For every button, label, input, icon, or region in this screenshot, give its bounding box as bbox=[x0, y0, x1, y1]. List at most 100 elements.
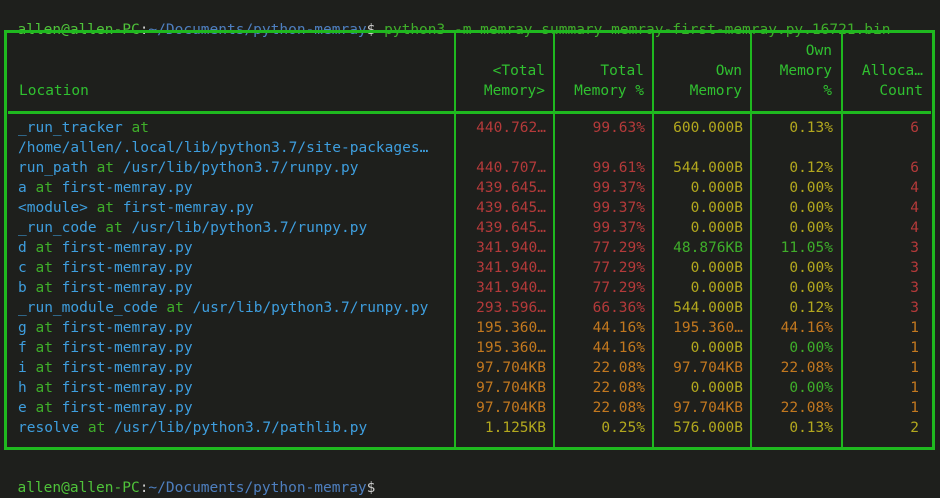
at-keyword: at bbox=[87, 160, 123, 176]
own-memory-cell: 0.000B bbox=[690, 340, 743, 356]
own-memory-pct-cell: 11.05% bbox=[780, 240, 833, 256]
header-alloc-count: Alloca… Count bbox=[861, 63, 923, 99]
total-memory-pct-cell: 44.16% bbox=[592, 340, 645, 356]
function-name: _run_code bbox=[18, 220, 97, 236]
table-row[interactable]: <module> at first-memray.py 439.645… 99.37… bbox=[7, 198, 932, 218]
total-memory-cell: 439.645… bbox=[476, 180, 546, 196]
function-name: e bbox=[18, 400, 27, 416]
alloc-count-cell: 3 bbox=[910, 240, 919, 256]
total-memory-pct-cell: 22.08% bbox=[592, 360, 645, 376]
location-cell: h at first-memray.py bbox=[18, 378, 193, 398]
total-memory-pct-cell: 99.63% bbox=[592, 120, 645, 136]
own-memory-pct-cell: 22.08% bbox=[780, 400, 833, 416]
table-row[interactable]: b at first-memray.py 341.940… 77.29% 0.000B… bbox=[7, 278, 932, 298]
header-own-memory-pct: Own Memory % bbox=[779, 43, 832, 99]
own-memory-cell: 0.000B bbox=[690, 280, 743, 296]
file-path: /usr/lib/python3.7/runpy.py bbox=[192, 300, 429, 316]
prompt-user: allen@allen-PC bbox=[17, 480, 140, 496]
header-own-memory: Own Memory bbox=[689, 63, 742, 99]
header-location: Location bbox=[19, 83, 89, 99]
own-memory-pct-cell: 22.08% bbox=[780, 360, 833, 376]
file-path: /usr/lib/python3.7/runpy.py bbox=[122, 160, 359, 176]
alloc-count-cell: 1 bbox=[910, 320, 919, 336]
at-keyword: at bbox=[122, 120, 158, 136]
file-path: first-memray.py bbox=[61, 260, 193, 276]
table-row-wrap: /home/allen/.local/lib/python3.7/site-pa… bbox=[7, 138, 932, 158]
table-row[interactable]: f at first-memray.py 195.360… 44.16% 0.000B… bbox=[7, 338, 932, 358]
location-cell: run_path at /usr/lib/python3.7/runpy.py bbox=[18, 158, 358, 178]
location-cell: _run_module_code at /usr/lib/python3.7/r… bbox=[18, 298, 428, 318]
total-memory-pct-cell: 99.37% bbox=[592, 220, 645, 236]
table-row[interactable]: c at first-memray.py 341.940… 77.29% 0.000B… bbox=[7, 258, 932, 278]
location-cell: a at first-memray.py bbox=[18, 178, 193, 198]
own-memory-cell: 97.704KB bbox=[673, 400, 743, 416]
own-memory-cell: 0.000B bbox=[690, 200, 743, 216]
total-memory-cell: 440.707… bbox=[476, 160, 546, 176]
own-memory-cell: 0.000B bbox=[690, 220, 743, 236]
total-memory-cell: 195.360… bbox=[476, 340, 546, 356]
function-name: f bbox=[18, 340, 27, 356]
table-row[interactable]: h at first-memray.py 97.704KB 22.08% 0.000B… bbox=[7, 378, 932, 398]
alloc-count-cell: 4 bbox=[910, 180, 919, 196]
own-memory-cell: 0.000B bbox=[690, 260, 743, 276]
table-row[interactable]: _run_module_code at /usr/lib/python3.7/r… bbox=[7, 298, 932, 318]
alloc-count-cell: 1 bbox=[910, 360, 919, 376]
function-name: d bbox=[18, 240, 27, 256]
prompt-path: ~/Documents/python-memray bbox=[148, 480, 367, 496]
own-memory-cell: 48.876KB bbox=[673, 240, 743, 256]
total-memory-pct-cell: 0.25% bbox=[601, 420, 645, 436]
function-name: resolve bbox=[18, 420, 80, 436]
prompt-sep: : bbox=[139, 480, 149, 496]
summary-table: Location <Total Memory> Total Memory % O… bbox=[4, 30, 935, 450]
table-row[interactable]: run_path at /usr/lib/python3.7/runpy.py 4… bbox=[7, 158, 932, 178]
at-keyword: at bbox=[26, 180, 62, 196]
at-keyword: at bbox=[26, 280, 62, 296]
table-row[interactable]: a at first-memray.py 439.645… 99.37% 0.000B… bbox=[7, 178, 932, 198]
alloc-count-cell: 4 bbox=[910, 200, 919, 216]
total-memory-cell: 97.704KB bbox=[476, 360, 546, 376]
total-memory-cell: 439.645… bbox=[476, 200, 546, 216]
own-memory-cell: 576.000B bbox=[673, 420, 743, 436]
function-name: i bbox=[18, 360, 27, 376]
own-memory-cell: 544.000B bbox=[673, 300, 743, 316]
at-keyword: at bbox=[96, 220, 132, 236]
function-name: b bbox=[18, 280, 27, 296]
table-row[interactable]: _run_code at /usr/lib/python3.7/runpy.py… bbox=[7, 218, 932, 238]
alloc-count-cell: 4 bbox=[910, 220, 919, 236]
total-memory-pct-cell: 99.37% bbox=[592, 180, 645, 196]
location-cell: c at first-memray.py bbox=[18, 258, 193, 278]
table-row[interactable]: d at first-memray.py 341.940… 77.29% 48.876… bbox=[7, 238, 932, 258]
total-memory-cell: 341.940… bbox=[476, 240, 546, 256]
file-path: /usr/lib/python3.7/pathlib.py bbox=[114, 420, 368, 436]
own-memory-cell: 0.000B bbox=[690, 380, 743, 396]
location-cell: f at first-memray.py bbox=[18, 338, 193, 358]
at-keyword: at bbox=[79, 420, 115, 436]
alloc-count-cell: 3 bbox=[910, 300, 919, 316]
own-memory-pct-cell: 0.13% bbox=[789, 420, 833, 436]
total-memory-cell: 341.940… bbox=[476, 260, 546, 276]
alloc-count-cell: 6 bbox=[910, 160, 919, 176]
alloc-count-cell: 1 bbox=[910, 380, 919, 396]
at-keyword: at bbox=[87, 200, 123, 216]
total-memory-pct-cell: 99.37% bbox=[592, 200, 645, 216]
location-cell: <module> at first-memray.py bbox=[18, 198, 254, 218]
table-row[interactable]: resolve at /usr/lib/python3.7/pathlib.py… bbox=[7, 418, 932, 438]
file-path: /usr/lib/python3.7/runpy.py bbox=[131, 220, 368, 236]
at-keyword: at bbox=[26, 400, 62, 416]
table-row[interactable]: g at first-memray.py 195.360… 44.16% 195.36… bbox=[7, 318, 932, 338]
total-memory-pct-cell: 44.16% bbox=[592, 320, 645, 336]
location-cell: resolve at /usr/lib/python3.7/pathlib.py bbox=[18, 418, 367, 438]
at-keyword: at bbox=[26, 380, 62, 396]
table-row[interactable]: i at first-memray.py 97.704KB 22.08% 97.704… bbox=[7, 358, 932, 378]
total-memory-cell: 440.762… bbox=[476, 120, 546, 136]
total-memory-cell: 97.704KB bbox=[476, 380, 546, 396]
file-path: first-memray.py bbox=[122, 200, 254, 216]
location-cell: _run_tracker at bbox=[18, 118, 158, 138]
prompt-bottom: allen@allen-PC:~/Documents/python-memray… bbox=[0, 458, 375, 498]
file-path: first-memray.py bbox=[61, 360, 193, 376]
table-row[interactable]: _run_tracker at 440.762… 99.63% 600.000B 0.… bbox=[7, 118, 932, 138]
total-memory-cell: 341.940… bbox=[476, 280, 546, 296]
table-row[interactable]: e at first-memray.py 97.704KB 22.08% 97.704… bbox=[7, 398, 932, 418]
file-path: first-memray.py bbox=[61, 320, 193, 336]
own-memory-pct-cell: 0.12% bbox=[789, 160, 833, 176]
